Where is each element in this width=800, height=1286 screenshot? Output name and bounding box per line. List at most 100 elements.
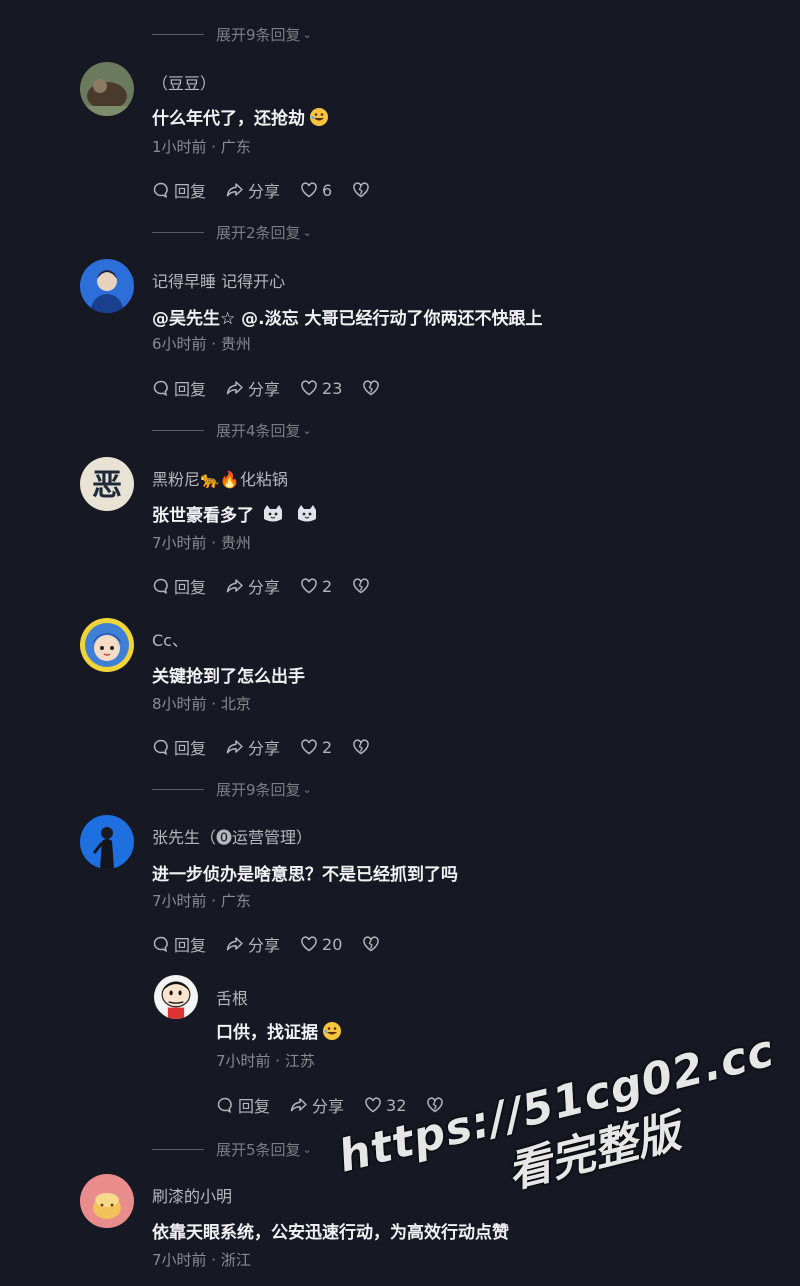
like-count: 2: [322, 737, 333, 757]
comment-meta: 7小时前 · 江苏: [216, 1052, 315, 1070]
share-icon: [226, 183, 243, 197]
like-count: 32: [386, 1095, 407, 1115]
like-button[interactable]: 2: [300, 577, 332, 596]
broken-heart-icon: [363, 380, 380, 396]
avatar[interactable]: [80, 1174, 134, 1228]
avatar[interactable]: [80, 815, 134, 869]
share-button[interactable]: 分享: [226, 178, 280, 202]
comment-text: 什么年代了，还抢劫: [152, 104, 329, 132]
divider: [152, 33, 204, 35]
reply-label: 回复: [174, 380, 207, 399]
share-label: 分享: [248, 739, 281, 758]
share-button[interactable]: 分享: [226, 376, 280, 400]
broken-heart-icon: [353, 739, 369, 755]
comment-text: 进一步侦办是啥意思？不是已经抓到了吗: [152, 865, 458, 885]
dislike-button[interactable]: [352, 181, 374, 199]
expand-replies[interactable]: 展开2条回复 ⌄: [152, 220, 312, 244]
reply-label: 回复: [174, 578, 207, 597]
like-button[interactable]: 2: [300, 738, 332, 757]
broken-heart-icon: [363, 936, 380, 952]
reply-button[interactable]: 回复: [152, 178, 206, 202]
reply-button[interactable]: 回复: [152, 574, 206, 598]
share-label: 分享: [248, 182, 281, 201]
expand-replies[interactable]: 展开5条回复 ⌄: [152, 1137, 312, 1161]
expand-replies[interactable]: 展开9条回复 ⌄: [152, 777, 312, 801]
reply-icon: [153, 578, 168, 595]
rofl-emoji-icon: [309, 107, 329, 132]
dislike-button[interactable]: [352, 738, 374, 756]
comment-meta: 1小时前 · 广东: [152, 138, 251, 156]
share-label: 分享: [312, 1097, 345, 1116]
comment-meta: 6小时前 · 贵州: [152, 335, 251, 353]
watermark: https://51cg02.cc 看完整版: [334, 1025, 794, 1239]
comment-text: 关键抢到了怎么出手: [152, 667, 305, 687]
heart-icon: [301, 936, 317, 952]
cat-emoji-icon: [262, 504, 284, 529]
like-button[interactable]: 23: [300, 379, 342, 398]
divider: [152, 788, 204, 790]
expand-replies[interactable]: 展开4条回复 ⌄: [152, 418, 312, 442]
comment-text-content: 什么年代了，还抢劫: [152, 109, 305, 129]
heart-icon: [301, 182, 317, 198]
username[interactable]: 黑粉尼🐆🔥化粘锅: [152, 466, 288, 490]
avatar[interactable]: 恶: [80, 457, 134, 511]
comment-text: 口供，找证据: [216, 1018, 342, 1046]
expand-label: 展开2条回复: [216, 223, 301, 242]
share-icon: [226, 937, 243, 951]
reply-label: 回复: [174, 936, 207, 955]
reply-icon: [153, 182, 168, 199]
username[interactable]: （豆豆）: [152, 70, 216, 94]
dislike-button[interactable]: [352, 577, 374, 595]
chevron-down-icon: ⌄: [302, 225, 312, 239]
like-count: 23: [322, 378, 343, 398]
reply-button[interactable]: 回复: [216, 1093, 270, 1117]
avatar[interactable]: [80, 259, 134, 313]
comment-text: 张世豪看多了: [152, 501, 318, 529]
like-count: 20: [322, 934, 343, 954]
comment-meta: 7小时前 · 贵州: [152, 534, 251, 552]
chevron-down-icon: ⌄: [302, 27, 312, 41]
reply-icon: [153, 380, 168, 397]
dislike-button[interactable]: [362, 379, 384, 397]
like-count: 2: [322, 576, 333, 596]
heart-icon: [301, 380, 317, 396]
reply-icon: [153, 739, 168, 756]
username[interactable]: Cc、: [152, 627, 188, 651]
comment-text-content: 口供，找证据: [216, 1023, 318, 1043]
reply-button[interactable]: 回复: [152, 376, 206, 400]
share-button[interactable]: 分享: [226, 932, 280, 956]
svg-text:恶: 恶: [92, 468, 122, 503]
share-button[interactable]: 分享: [226, 574, 280, 598]
share-label: 分享: [248, 578, 281, 597]
username[interactable]: 刷漆的小明: [152, 1183, 232, 1207]
broken-heart-icon: [353, 578, 369, 594]
dislike-button[interactable]: [362, 935, 384, 953]
username[interactable]: 舌根: [216, 985, 248, 1009]
avatar[interactable]: [80, 618, 134, 672]
expand-label: 展开5条回复: [216, 1140, 301, 1159]
reply-button[interactable]: 回复: [152, 735, 206, 759]
share-icon: [226, 740, 243, 754]
share-label: 分享: [248, 936, 281, 955]
username[interactable]: 张先生（⓿运营管理）: [152, 824, 312, 848]
reply-button[interactable]: 回复: [152, 932, 206, 956]
comment-meta: 7小时前 · 广东: [152, 892, 251, 910]
username[interactable]: 记得早睡 记得开心: [152, 268, 285, 292]
avatar[interactable]: [154, 975, 198, 1019]
reply-icon: [217, 1097, 232, 1114]
share-button[interactable]: 分享: [226, 735, 280, 759]
expand-replies[interactable]: 展开9条回复 ⌄: [152, 22, 312, 46]
share-button[interactable]: 分享: [290, 1093, 344, 1117]
like-button[interactable]: 32: [364, 1096, 406, 1115]
comment-actions: 回复 分享 6: [152, 178, 394, 202]
avatar[interactable]: [80, 62, 134, 116]
like-button[interactable]: 20: [300, 935, 342, 954]
chevron-down-icon: ⌄: [302, 423, 312, 437]
like-count: 6: [322, 180, 333, 200]
heart-icon: [365, 1097, 381, 1113]
like-button[interactable]: 6: [300, 181, 332, 200]
reply-label: 回复: [238, 1097, 271, 1116]
comment-meta: 8小时前 · 北京: [152, 695, 251, 713]
comment-text-content: 张世豪看多了: [152, 506, 254, 526]
cat-emoji-icon: [296, 504, 318, 529]
